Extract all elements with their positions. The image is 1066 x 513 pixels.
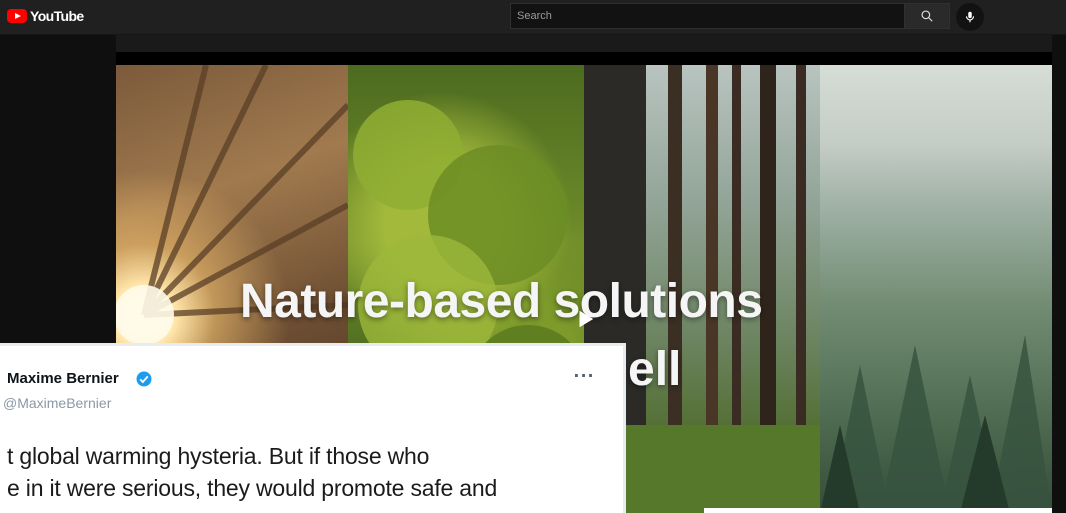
search-input[interactable] xyxy=(510,3,904,29)
tweet-author-name[interactable]: Maxime Bernier xyxy=(7,370,119,387)
more-horizontal-icon: ··· xyxy=(573,365,595,385)
tweet-card: Maxime Bernier @MaximeBernier ··· t glob… xyxy=(0,343,626,513)
voice-search-button[interactable] xyxy=(956,3,984,31)
misty-forest-graphic xyxy=(820,335,1052,513)
bottom-white-strip xyxy=(704,508,1052,513)
forest-panel-misty-valley xyxy=(820,65,1052,513)
tweet-more-button[interactable]: ··· xyxy=(573,365,595,385)
search-icon xyxy=(921,10,933,22)
video-title-overlay-line2: ell xyxy=(628,343,682,396)
youtube-logo[interactable]: YouTube xyxy=(7,7,84,25)
verified-badge-icon xyxy=(136,371,152,387)
youtube-logo-icon xyxy=(7,9,27,23)
microphone-icon xyxy=(965,11,975,23)
screen: YouTube Search Nature-based solutions el… xyxy=(0,0,1066,513)
video-title-overlay: Nature-based solutions xyxy=(240,275,763,328)
tweet-author-handle[interactable]: @MaximeBernier xyxy=(3,395,111,411)
right-margin xyxy=(1052,35,1066,513)
search-bar xyxy=(510,3,950,29)
player-top-band xyxy=(116,52,1052,65)
play-icon xyxy=(579,310,594,328)
top-bar: YouTube xyxy=(0,0,1066,35)
search-button[interactable] xyxy=(904,3,950,29)
tweet-body: t global warming hysteria. But if those … xyxy=(7,440,623,504)
tweet-body-line: t global warming hysteria. But if those … xyxy=(7,443,430,469)
play-button[interactable] xyxy=(568,302,602,336)
tweet-body-line: e in it were serious, they would promote… xyxy=(7,475,498,501)
logo-text: YouTube xyxy=(30,8,84,24)
